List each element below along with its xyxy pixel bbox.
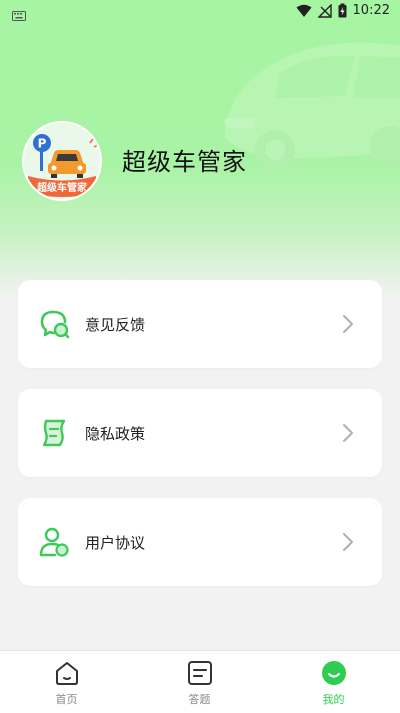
user-agreement-icon [39,527,69,557]
nav-home-label: 首页 [55,693,78,706]
bottom-navigation: 首页 答题 我的 [0,650,400,713]
chevron-right-icon [343,315,353,333]
status-time: 10:22 [352,3,390,18]
app-logo: P 超级车管家 [22,121,102,201]
user-agreement-card[interactable]: 用户协议 [18,498,382,586]
status-bar: 10:22 [0,0,400,24]
nav-quiz-label: 答题 [188,693,211,706]
feedback-chat-icon [40,310,70,339]
car-parking-logo-icon: P 超级车管家 [24,123,100,199]
smile-profile-icon [322,661,346,685]
feedback-label: 意见反馈 [85,316,146,334]
nav-mine[interactable]: 我的 [267,651,400,713]
privacy-policy-label: 隐私政策 [85,425,146,443]
feedback-card[interactable]: 意见反馈 [18,280,382,368]
quiz-icon [188,661,212,685]
parking-letter: P [38,137,47,151]
document-scroll-icon [42,419,66,447]
nav-mine-label: 我的 [322,693,345,706]
app-name: 超级车管家 [122,148,247,176]
home-icon [56,662,78,685]
chevron-right-icon [343,424,353,442]
chevron-right-icon [343,533,353,551]
user-agreement-label: 用户协议 [85,534,146,552]
privacy-policy-card[interactable]: 隐私政策 [18,389,382,477]
wifi-icon [296,4,312,17]
nav-home[interactable]: 首页 [0,651,133,713]
nav-quiz[interactable]: 答题 [133,651,266,713]
logo-banner-text: 超级车管家 [36,181,88,194]
battery-charging-icon [338,3,347,18]
no-signal-icon [317,3,332,18]
keyboard-icon [12,11,26,21]
